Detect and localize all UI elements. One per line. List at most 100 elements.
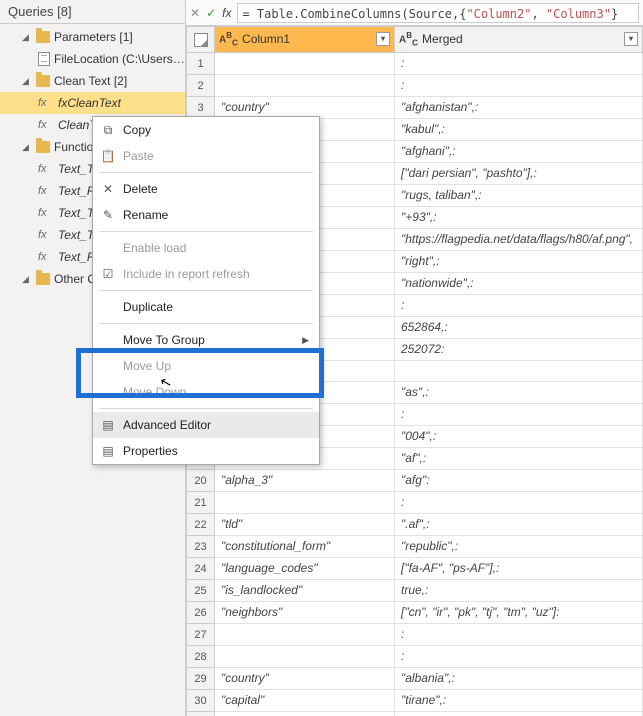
cell-merged[interactable]: "afg": [395,470,643,492]
cell-merged[interactable]: : [395,492,643,514]
cell-merged[interactable]: "tirane",: [395,690,643,712]
cell-column1[interactable]: "tld" [215,514,395,536]
cell-merged[interactable]: "albania",: [395,668,643,690]
cancel-icon[interactable]: ✕ [190,6,200,20]
table-row[interactable]: 27: [187,624,643,646]
row-number[interactable]: 27 [187,624,215,646]
cell-merged[interactable]: "right",: [395,251,643,273]
cell-merged[interactable]: ["cn", "ir", "pk", "tj", "tm", "uz"]: [395,602,643,624]
cell-merged[interactable]: : [395,404,643,426]
row-number[interactable]: 31 [187,712,215,716]
table-row[interactable]: 30"capital""tirane",: [187,690,643,712]
tree-item[interactable]: fxfxCleanText [0,92,185,114]
row-number[interactable]: 23 [187,536,215,558]
row-number[interactable]: 22 [187,514,215,536]
menu-copy[interactable]: ⧉Copy [93,117,319,143]
table-row[interactable]: 25"is_landlocked"true,: [187,580,643,602]
cell-column1[interactable]: "constitutional_form" [215,536,395,558]
row-number[interactable]: 28 [187,646,215,668]
cell-merged[interactable]: : [395,646,643,668]
menu-move-to-group[interactable]: Move To Group▶ [93,327,319,353]
filter-dropdown-icon[interactable]: ▾ [624,32,638,46]
cell-column1[interactable]: "neighbors" [215,602,395,624]
table-row[interactable]: 2: [187,75,643,97]
cell-merged[interactable]: "afghani",: [395,141,643,163]
row-number[interactable]: 24 [187,558,215,580]
row-number[interactable]: 25 [187,580,215,602]
cell-column1[interactable]: "currency" [215,712,395,716]
cell-merged[interactable]: "afghanistan",: [395,97,643,119]
table-row[interactable]: 24"language_codes"["fa-AF", "ps-AF"],: [187,558,643,580]
cell-merged[interactable]: : [395,75,643,97]
cell-merged[interactable] [395,361,643,382]
menu-properties[interactable]: ▤Properties [93,438,319,464]
cell-merged[interactable]: "+93",: [395,207,643,229]
tree-folder[interactable]: ◢Clean Text [2] [0,70,185,92]
table-row[interactable]: 28: [187,646,643,668]
cell-merged[interactable]: : [395,53,643,75]
cell-merged[interactable]: : [395,295,643,317]
cell-column1[interactable]: "is_landlocked" [215,580,395,602]
cell-merged[interactable]: "as",: [395,382,643,404]
cell-merged[interactable]: "lek",: [395,712,643,716]
column-header-merged[interactable]: ABC Merged ▾ [395,27,643,53]
cell-column1[interactable] [215,53,395,75]
cell-column1[interactable]: "language_codes" [215,558,395,580]
table-row[interactable]: 1: [187,53,643,75]
cell-column1[interactable]: "alpha_3" [215,470,395,492]
menu-duplicate[interactable]: Duplicate [93,294,319,320]
formula-input[interactable]: = Table.CombineColumns(Source,{"Column2"… [237,3,639,23]
cell-merged[interactable]: 252072: [395,339,643,361]
row-number[interactable]: 30 [187,690,215,712]
cell-column1[interactable] [215,624,395,646]
cell-column1[interactable] [215,492,395,514]
twisty-icon[interactable]: ◢ [22,274,32,285]
row-number[interactable]: 20 [187,470,215,492]
row-number[interactable]: 21 [187,492,215,514]
column-header-column1[interactable]: ABC Column1 ▾ [215,27,395,53]
menu-delete[interactable]: ✕Delete [93,176,319,202]
row-number[interactable]: 26 [187,602,215,624]
tree-item[interactable]: FileLocation (C:\Users\L... [0,48,185,70]
table-row[interactable]: 26"neighbors"["cn", "ir", "pk", "tj", "t… [187,602,643,624]
cell-merged[interactable]: "004",: [395,426,643,448]
cell-merged[interactable]: ".af",: [395,514,643,536]
fx-icon[interactable]: fx [222,6,231,20]
datatype-icon[interactable]: ABC [399,31,418,47]
cell-merged[interactable]: "rugs, taliban",: [395,185,643,207]
commit-icon[interactable]: ✓ [206,6,216,20]
table-row[interactable]: 20"alpha_3""afg": [187,470,643,492]
row-number[interactable]: 2 [187,75,215,97]
cell-merged[interactable]: : [395,624,643,646]
twisty-icon[interactable]: ◢ [22,142,32,153]
cell-merged[interactable]: "af",: [395,448,643,470]
table-row[interactable]: 21: [187,492,643,514]
folder-icon [36,31,50,43]
cell-column1[interactable]: "capital" [215,690,395,712]
menu-advanced-editor[interactable]: ▤Advanced Editor [93,412,319,438]
menu-rename[interactable]: ✎Rename [93,202,319,228]
twisty-icon[interactable]: ◢ [22,32,32,43]
cell-merged[interactable]: ["fa-AF", "ps-AF"],: [395,558,643,580]
table-row[interactable]: 29"country""albania",: [187,668,643,690]
filter-dropdown-icon[interactable]: ▾ [376,32,390,46]
table-row[interactable]: 31"currency""lek",: [187,712,643,716]
tree-folder[interactable]: ◢Parameters [1] [0,26,185,48]
table-row[interactable]: 23"constitutional_form""republic",: [187,536,643,558]
table-corner[interactable] [187,27,215,53]
twisty-icon[interactable]: ◢ [22,76,32,87]
cell-merged[interactable]: "republic",: [395,536,643,558]
cell-merged[interactable]: "https://flagpedia.net/data/flags/h80/af… [395,229,643,251]
cell-column1[interactable] [215,75,395,97]
cell-merged[interactable]: true,: [395,580,643,602]
cell-column1[interactable] [215,646,395,668]
cell-merged[interactable]: 652864,: [395,317,643,339]
row-number[interactable]: 29 [187,668,215,690]
cell-merged[interactable]: "nationwide",: [395,273,643,295]
row-number[interactable]: 1 [187,53,215,75]
table-row[interactable]: 22"tld"".af",: [187,514,643,536]
cell-merged[interactable]: "kabul",: [395,119,643,141]
datatype-icon[interactable]: ABC [219,31,238,47]
cell-column1[interactable]: "country" [215,668,395,690]
cell-merged[interactable]: ["dari persian", "pashto"],: [395,163,643,185]
